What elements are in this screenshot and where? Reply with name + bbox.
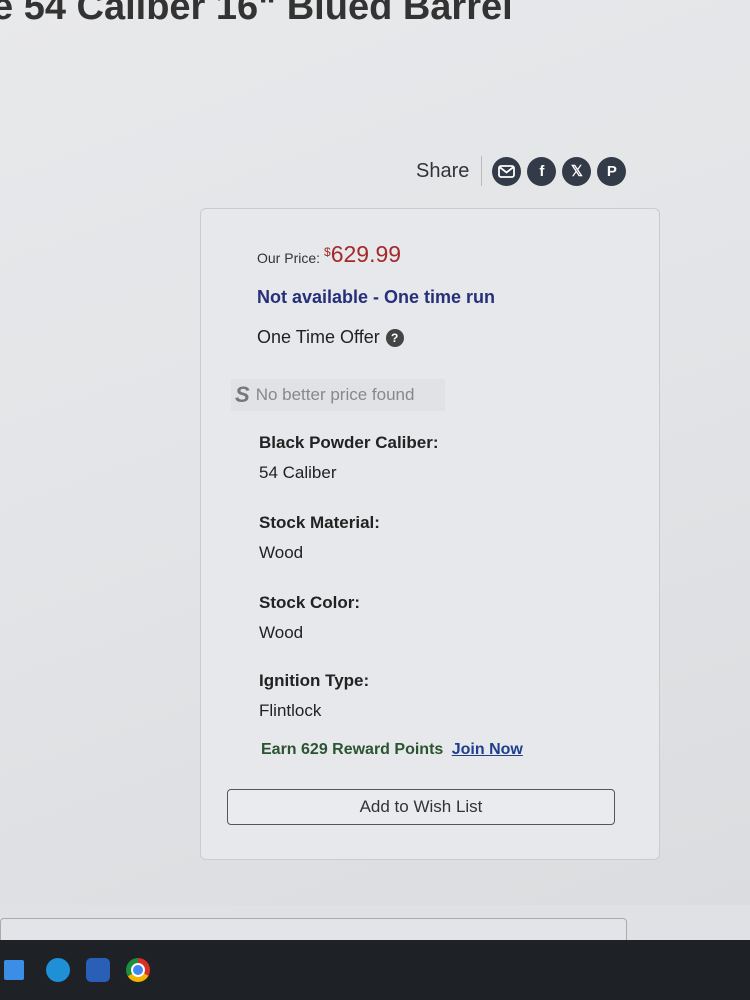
- x-icon[interactable]: 𝕏: [562, 156, 592, 186]
- outlook-icon[interactable]: [86, 958, 110, 982]
- price-row: Our Price: $ 629.99: [257, 241, 401, 268]
- spec-stock-color: Stock Color: Wood: [259, 593, 360, 643]
- spec-label: Ignition Type:: [259, 671, 370, 690]
- spec-label: Stock Material:: [259, 513, 380, 532]
- spec-value: Flintlock: [259, 701, 322, 720]
- spec-ignition-type: Ignition Type: Flintlock: [259, 671, 369, 721]
- reward-points: Earn 629 Reward Points Join Now: [261, 741, 523, 759]
- page-title: e 54 Caliber 16" Blued Barrel: [0, 0, 513, 28]
- spec-caliber: Black Powder Caliber: 54 Caliber: [259, 433, 439, 483]
- price-compare-logo-icon: S: [235, 382, 250, 407]
- price-compare-text: No better price found: [255, 385, 415, 404]
- share-label: Share: [416, 159, 470, 182]
- join-now-link[interactable]: Join Now: [452, 741, 523, 758]
- price-compare-banner[interactable]: S No better price found: [231, 379, 445, 411]
- price-currency: $: [324, 245, 331, 259]
- windows-icon[interactable]: [4, 960, 24, 980]
- spec-value: Wood: [259, 543, 304, 562]
- offer-row: One Time Offer ?: [257, 327, 404, 348]
- spec-label: Black Powder Caliber:: [259, 433, 439, 452]
- price-label: Our Price:: [257, 250, 321, 266]
- email-icon[interactable]: [492, 156, 522, 186]
- taskbar: [0, 940, 750, 1000]
- reward-text: Earn 629 Reward Points: [261, 741, 444, 758]
- price-value: 629.99: [330, 241, 402, 267]
- spec-value: 54 Caliber: [259, 463, 337, 482]
- add-to-wish-list-button[interactable]: Add to Wish List: [227, 789, 615, 825]
- help-icon[interactable]: ?: [385, 328, 404, 347]
- offer-label: One Time Offer: [257, 327, 380, 347]
- product-card: Our Price: $ 629.99 Not available - One …: [200, 208, 660, 860]
- chrome-icon[interactable]: [126, 958, 150, 982]
- pinterest-icon[interactable]: P: [597, 156, 627, 186]
- availability-status: Not available - One time run: [257, 287, 496, 307]
- share-bar: Share f 𝕏 P: [416, 156, 632, 186]
- spec-stock-material: Stock Material: Wood: [259, 513, 380, 563]
- facebook-icon[interactable]: f: [527, 156, 557, 186]
- spec-value: Wood: [259, 623, 304, 642]
- edge-icon[interactable]: [46, 958, 70, 982]
- spec-label: Stock Color:: [259, 593, 361, 612]
- share-divider: [481, 156, 483, 186]
